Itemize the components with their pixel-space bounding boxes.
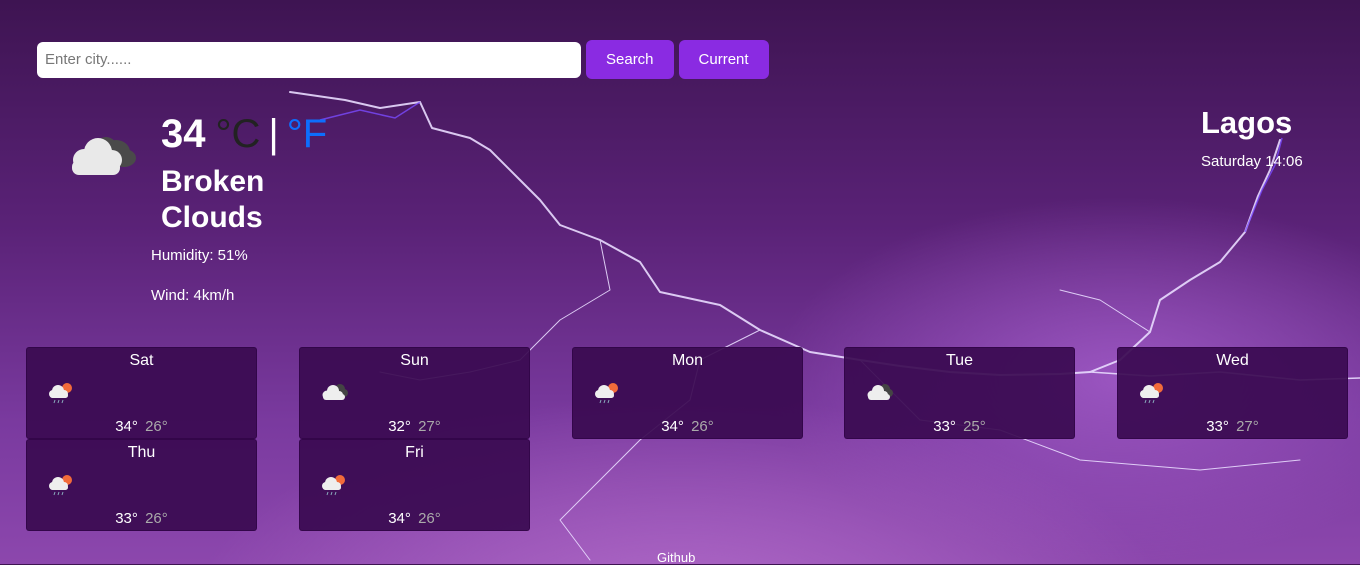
- broken-clouds-icon: [72, 137, 136, 175]
- unit-separator: |: [268, 112, 279, 156]
- forecast-temps: 33° 25°: [845, 418, 1074, 435]
- celsius-link[interactable]: °C: [216, 112, 261, 156]
- fahrenheit-link[interactable]: °F: [287, 112, 327, 156]
- forecast-card: Fri 34° 26°: [299, 439, 530, 531]
- forecast-high: 33°: [115, 510, 138, 527]
- date-time: Saturday 14:06: [1201, 153, 1303, 170]
- forecast-day: Wed: [1216, 352, 1249, 369]
- rain-sun-icon: [49, 383, 72, 404]
- wind-text: Wind: 4km/h: [151, 287, 235, 304]
- humidity-text: Humidity: 51%: [151, 247, 248, 264]
- rain-sun-icon: [595, 383, 618, 404]
- forecast-high: 33°: [1206, 418, 1229, 435]
- current-temperature-row: 34 °C | °F: [161, 112, 327, 157]
- search-bar: Search Current: [37, 40, 769, 79]
- forecast-low: 27°: [1236, 418, 1259, 435]
- forecast-temps: 34° 26°: [300, 510, 529, 527]
- forecast-high: 32°: [388, 418, 411, 435]
- forecast-card: Wed 33° 27°: [1117, 347, 1348, 439]
- forecast-low: 26°: [418, 510, 441, 527]
- broken-clouds-icon: [867, 384, 893, 400]
- forecast-temps: 33° 27°: [1118, 418, 1347, 435]
- forecast-low: 27°: [418, 418, 441, 435]
- current-temperature: 34: [161, 112, 206, 156]
- forecast-low: 25°: [963, 418, 986, 435]
- forecast-card: Mon 34° 26°: [572, 347, 803, 439]
- weather-description: Broken Clouds: [161, 165, 265, 234]
- forecast-day: Fri: [405, 444, 424, 461]
- city-name: Lagos: [1201, 105, 1293, 140]
- forecast-high: 34°: [115, 418, 138, 435]
- forecast-temps: 33° 26°: [27, 510, 256, 527]
- current-location-button[interactable]: Current: [678, 40, 769, 79]
- forecast-card: Sun 32° 27°: [299, 347, 530, 439]
- forecast-day: Tue: [946, 352, 973, 369]
- forecast-card: Thu 33° 26°: [26, 439, 257, 531]
- city-search-input[interactable]: [37, 41, 581, 78]
- forecast-low: 26°: [691, 418, 714, 435]
- forecast-temps: 34° 26°: [27, 418, 256, 435]
- forecast-card: Sat 34° 26°: [26, 347, 257, 439]
- forecast-temps: 34° 26°: [573, 418, 802, 435]
- forecast-card: Tue 33° 25°: [844, 347, 1075, 439]
- rain-sun-icon: [49, 475, 72, 496]
- forecast-low: 26°: [145, 510, 168, 527]
- forecast-day: Sat: [129, 352, 154, 369]
- rain-sun-icon: [1140, 383, 1163, 404]
- broken-clouds-icon: [322, 384, 348, 400]
- forecast-high: 34°: [661, 418, 684, 435]
- rain-sun-icon: [322, 475, 345, 496]
- unit-toggle: °C | °F: [216, 112, 328, 157]
- forecast-day: Sun: [400, 352, 429, 369]
- search-button[interactable]: Search: [586, 40, 674, 79]
- forecast-low: 26°: [145, 418, 168, 435]
- forecast-temps: 32° 27°: [300, 418, 529, 435]
- forecast-high: 34°: [388, 510, 411, 527]
- forecast-day: Thu: [127, 444, 156, 461]
- github-link[interactable]: Github: [657, 550, 695, 565]
- forecast-day: Mon: [671, 352, 704, 369]
- forecast-high: 33°: [933, 418, 956, 435]
